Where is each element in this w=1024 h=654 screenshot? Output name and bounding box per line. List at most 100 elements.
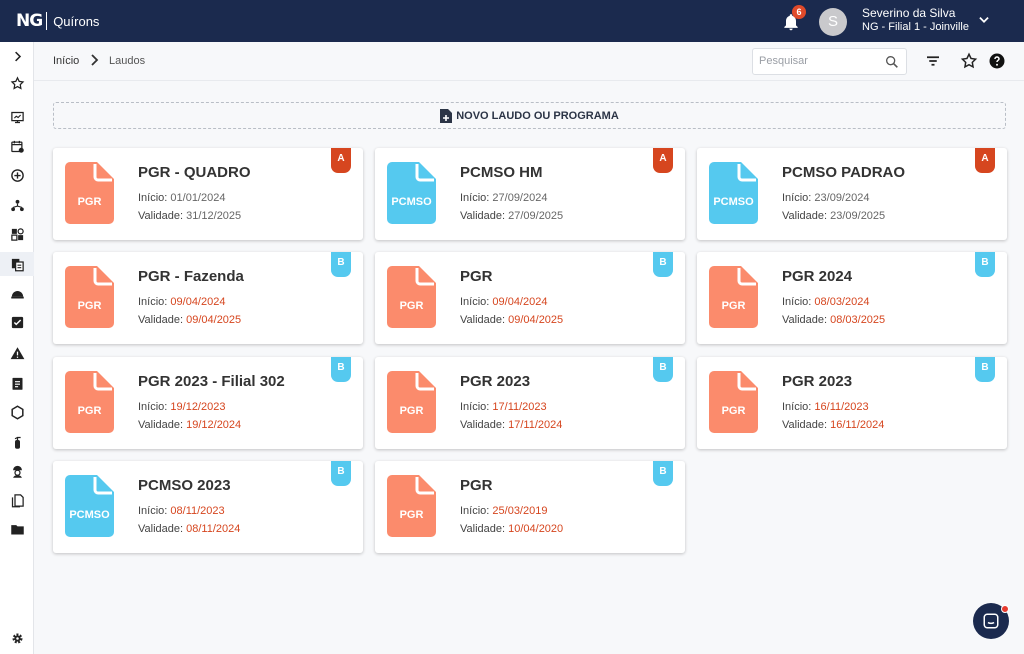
file-icon: PCMSO bbox=[709, 162, 758, 224]
file-type-label: PGR bbox=[77, 196, 102, 208]
card-start-date: Início: 16/11/2023 bbox=[782, 401, 869, 413]
search-field[interactable] bbox=[752, 48, 907, 75]
org-chart-icon bbox=[10, 199, 24, 211]
card-title: PCMSO 2023 bbox=[138, 477, 231, 494]
helmet-icon bbox=[10, 290, 24, 298]
new-report-button[interactable]: NOVO LAUDO OU PROGRAMA bbox=[53, 102, 1006, 129]
report-card[interactable]: PGR PGR 2023 Início: 17/11/2023 Validade: 1… bbox=[375, 357, 685, 449]
favorite-star-icon[interactable] bbox=[960, 52, 978, 70]
card-category-tag: A bbox=[653, 148, 673, 173]
app-logo[interactable]: NG Quírons bbox=[16, 10, 99, 32]
card-title: PGR - QUADRO bbox=[138, 164, 251, 181]
sidebar-item-files[interactable] bbox=[0, 517, 34, 541]
avatar[interactable]: S bbox=[819, 8, 847, 36]
sidebar-item-favorites[interactable] bbox=[0, 71, 34, 95]
file-type-label: PGR bbox=[399, 405, 424, 417]
hexagon-icon bbox=[10, 404, 24, 420]
notification-badge: 6 bbox=[792, 5, 806, 19]
sidebar-item-workers[interactable] bbox=[0, 459, 34, 483]
puzzle-icon bbox=[10, 227, 24, 241]
file-icon: PGR bbox=[65, 371, 114, 433]
card-start-date: Início: 23/09/2024 bbox=[782, 192, 870, 204]
sidebar-item-integrations[interactable] bbox=[0, 400, 34, 424]
calendar-icon bbox=[10, 140, 24, 153]
report-card[interactable]: PGR PGR 2023 - Filial 302 Início: 19/12/20… bbox=[53, 357, 363, 449]
file-type-label: PGR bbox=[721, 300, 746, 312]
card-title: PGR 2023 - Filial 302 bbox=[138, 373, 285, 390]
card-start-date: Início: 09/04/2024 bbox=[138, 296, 226, 308]
card-category-tag: B bbox=[331, 252, 351, 277]
card-category-tag: B bbox=[653, 357, 673, 382]
card-start-date: Início: 19/12/2023 bbox=[138, 401, 226, 413]
card-category-tag: B bbox=[975, 252, 995, 277]
breadcrumb-current: Laudos bbox=[109, 55, 146, 67]
logo-text: Quírons bbox=[53, 13, 100, 29]
file-type-label: PGR bbox=[77, 405, 102, 417]
report-card[interactable]: PGR PGR Início: 25/03/2019 Validade: 10/04/… bbox=[375, 461, 685, 553]
card-validity-date: Validade: 27/09/2025 bbox=[460, 210, 564, 222]
report-card[interactable]: PGR PGR 2024 Início: 08/03/2024 Validade: 0… bbox=[697, 252, 1007, 344]
sidebar-item-dashboard[interactable] bbox=[0, 105, 34, 129]
card-title: PGR bbox=[460, 477, 493, 494]
card-tag-letter: A bbox=[337, 153, 345, 164]
card-tag-letter: B bbox=[981, 257, 989, 268]
expand-icon bbox=[14, 51, 21, 61]
breadcrumb-home[interactable]: Início bbox=[53, 55, 79, 67]
sidebar-item-modules[interactable] bbox=[0, 222, 34, 246]
sidebar-expand[interactable] bbox=[0, 44, 34, 68]
card-category-tag: A bbox=[975, 148, 995, 173]
card-category-tag: B bbox=[331, 357, 351, 382]
report-card[interactable]: PGR PGR - Fazenda Início: 09/04/2024 Valida… bbox=[53, 252, 363, 344]
sidebar-item-tasks[interactable] bbox=[0, 310, 34, 334]
card-category-tag: A bbox=[331, 148, 351, 173]
card-tag-letter: A bbox=[659, 153, 667, 164]
sidebar-item-risks[interactable] bbox=[0, 341, 34, 365]
filter-icon[interactable] bbox=[924, 52, 942, 70]
sidebar-item-laudos[interactable] bbox=[0, 252, 34, 276]
report-card[interactable]: PGR PGR - QUADRO Início: 01/01/2024 Validad… bbox=[53, 148, 363, 240]
sidebar-item-safety[interactable] bbox=[0, 281, 34, 305]
card-title: PCMSO PADRAO bbox=[782, 164, 906, 181]
card-tag-letter: B bbox=[659, 257, 667, 268]
help-icon[interactable] bbox=[988, 52, 1006, 70]
top-bar: NG Quírons 6 S Severino da Silva NG - Fi… bbox=[0, 0, 1024, 42]
report-card[interactable]: PCMSO PCMSO PADRAO Início: 23/09/2024 Valid… bbox=[697, 148, 1007, 240]
sidebar-item-org[interactable] bbox=[0, 193, 34, 217]
report-card[interactable]: PGR PGR Início: 09/04/2024 Validade: 09/04/… bbox=[375, 252, 685, 344]
card-validity-date: Validade: 09/04/2025 bbox=[138, 314, 242, 326]
chevron-down-icon[interactable] bbox=[977, 13, 991, 27]
sidebar-item-calendar[interactable] bbox=[0, 134, 34, 158]
card-tag-letter: B bbox=[337, 362, 345, 373]
sidebar bbox=[0, 42, 34, 654]
file-icon: PGR bbox=[709, 266, 758, 328]
search-icon[interactable] bbox=[884, 54, 900, 70]
user-branch[interactable]: NG - Filial 1 - Joinville bbox=[862, 21, 969, 33]
sidebar-item-records[interactable] bbox=[0, 371, 34, 395]
copy-icon bbox=[11, 493, 24, 507]
file-type-label: PCMSO bbox=[391, 196, 432, 208]
card-start-date: Início: 25/03/2019 bbox=[460, 505, 548, 517]
file-icon: PGR bbox=[387, 266, 436, 328]
report-card[interactable]: PCMSO PCMSO 2023 Início: 08/11/2023 Validad… bbox=[53, 461, 363, 553]
file-icon: PGR bbox=[709, 371, 758, 433]
logo-mark: NG bbox=[16, 11, 43, 31]
search-input[interactable] bbox=[759, 55, 877, 67]
extinguisher-icon bbox=[14, 436, 21, 449]
worker-icon bbox=[12, 465, 22, 478]
sidebar-item-fire[interactable] bbox=[0, 430, 34, 454]
card-validity-date: Validade: 08/03/2025 bbox=[782, 314, 886, 326]
card-start-date: Início: 27/09/2024 bbox=[460, 192, 548, 204]
report-card[interactable]: PGR PGR 2023 Início: 16/11/2023 Validade: 1… bbox=[697, 357, 1007, 449]
sidebar-item-copy[interactable] bbox=[0, 488, 34, 512]
chat-icon bbox=[983, 613, 999, 629]
user-name[interactable]: Severino da Silva bbox=[862, 6, 955, 20]
sidebar-item-settings[interactable] bbox=[0, 626, 34, 650]
new-report-label: NOVO LAUDO OU PROGRAMA bbox=[456, 109, 619, 122]
add-circle-icon bbox=[10, 168, 24, 182]
card-validity-date: Validade: 19/12/2024 bbox=[138, 419, 242, 431]
file-type-label: PCMSO bbox=[713, 196, 754, 208]
card-start-date: Início: 08/03/2024 bbox=[782, 296, 870, 308]
card-category-tag: B bbox=[331, 461, 351, 486]
sidebar-item-add[interactable] bbox=[0, 163, 34, 187]
report-card[interactable]: PCMSO PCMSO HM Início: 27/09/2024 Validade:… bbox=[375, 148, 685, 240]
